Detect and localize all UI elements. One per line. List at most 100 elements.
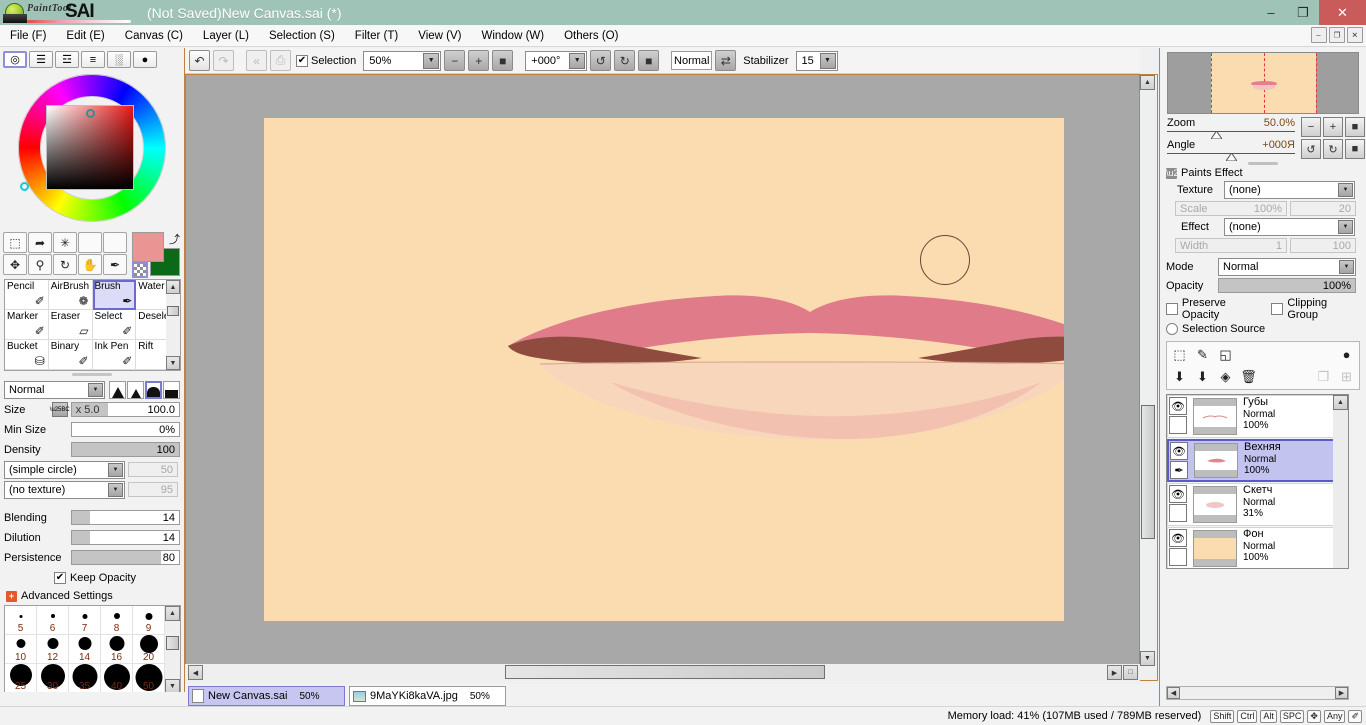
selection-checkbox-group[interactable]: ✔ Selection (296, 54, 356, 67)
chevron-down-icon[interactable]: ▼ (569, 52, 586, 69)
edge-shape-dome[interactable] (145, 380, 162, 399)
scroll-left-arrow-icon[interactable]: ◀ (188, 665, 203, 680)
size-preset-5[interactable]: 5 (5, 606, 37, 635)
close-button[interactable]: ✕ (1319, 0, 1366, 25)
foreground-color-swatch[interactable] (132, 232, 164, 262)
effect-amount-slider[interactable]: 100 (1290, 238, 1356, 253)
chevron-down-icon[interactable]: ▼ (1338, 183, 1353, 197)
navigator-angle-slider[interactable]: Angle +000Я (1167, 139, 1295, 161)
hand-tool[interactable]: ✋ (78, 254, 102, 275)
layer-visibility-toggle[interactable]: 👁 (1169, 529, 1187, 547)
size-preset-14[interactable]: 14 (69, 635, 101, 664)
canvas-viewport[interactable] (185, 74, 1140, 681)
nav-rotate-reset-button[interactable]: ■ (1345, 139, 1365, 159)
clipping-group-group[interactable]: Clipping Group (1271, 297, 1360, 321)
texture-scale-slider[interactable]: Scale 100% (1175, 201, 1287, 216)
size-grid-scrollbar[interactable]: ▲ ▼ (165, 606, 180, 694)
size-preset-25[interactable]: 25 (5, 664, 37, 693)
brush-list-scrollbar[interactable]: ▲ ▼ (166, 280, 180, 370)
right-panel-resize-handle[interactable] (1248, 162, 1278, 165)
layer-mask-button[interactable]: ● (1337, 345, 1356, 364)
nav-zoom-out-button[interactable]: − (1301, 117, 1321, 137)
nav-zoom-track[interactable] (1167, 131, 1295, 132)
new-folder-button[interactable]: ◱ (1216, 345, 1235, 364)
edge-shape-sharp[interactable] (109, 380, 126, 399)
document-tab-new-canvas[interactable]: New Canvas.sai 50% (188, 686, 345, 706)
transparency-swatch[interactable] (132, 262, 148, 278)
persistence-slider[interactable]: 80 (70, 550, 180, 565)
color-wheel[interactable] (0, 70, 185, 230)
doc-minimize-button[interactable]: – (1311, 27, 1327, 43)
angle-combo[interactable]: +000° ▼ (525, 50, 588, 71)
brush-binary[interactable]: Binary ✐ (48, 340, 93, 370)
layer-list[interactable]: 👁 Губы Normal 100% 👁 ✒ Вехняя Normal 100… (1166, 394, 1349, 569)
scroll-down-arrow-icon[interactable]: ▼ (1140, 651, 1155, 666)
layer-panel-hscrollbar[interactable]: ◀ ▶ (1166, 686, 1349, 700)
chevron-down-icon[interactable]: ▼ (1339, 260, 1354, 274)
blending-slider[interactable]: 14 (70, 510, 180, 525)
preserve-opacity-checkbox[interactable] (1166, 303, 1178, 315)
chevron-down-icon[interactable]: ▼ (1338, 220, 1353, 234)
brush-size-preset-grid[interactable]: 5 6 7 8 9 10 12 14 16 20 25 30 35 40 50 (4, 605, 181, 695)
minimize-button[interactable]: – (1255, 0, 1287, 25)
add-layer-button[interactable]: ⊞ (1337, 367, 1356, 386)
blend-mode-combo[interactable]: Normal ▼ (4, 380, 105, 399)
nav-angle-knob[interactable] (1226, 153, 1237, 161)
menu-view[interactable]: View (V) (408, 28, 471, 44)
nav-zoom-reset-button[interactable]: ■ (1345, 117, 1365, 137)
clipping-group-checkbox[interactable] (1271, 303, 1284, 315)
size-preset-6[interactable]: 6 (37, 606, 69, 635)
effect-combo[interactable]: (none) ▼ (1224, 218, 1355, 236)
canvas-vertical-scrollbar[interactable]: ▲ ▼ (1140, 74, 1158, 681)
layer-lock-toggle[interactable] (1169, 548, 1187, 566)
delete-layer-button[interactable]: 🗑 (1239, 367, 1258, 386)
merge-down-button[interactable]: ⬇ (1170, 367, 1189, 386)
keep-opacity-checkbox[interactable]: ✔ (53, 571, 66, 584)
expand-plus-icon[interactable]: + (6, 590, 17, 602)
scroll-right-arrow-icon[interactable]: ▶ (1107, 665, 1122, 680)
canvas-horizontal-scrollbar[interactable]: ◀ ▶ □ (185, 664, 1140, 681)
menu-layer[interactable]: Layer (L) (193, 28, 259, 44)
keep-opacity-row[interactable]: ✔ Keep Opacity (4, 568, 180, 587)
hue-marker[interactable] (20, 182, 29, 191)
layer-lock-toggle[interactable] (1169, 504, 1187, 522)
rgb-slider-tab[interactable]: ☰ (29, 51, 53, 68)
layer-active-indicator[interactable]: ✒ (1170, 461, 1188, 479)
rotate-left-button[interactable]: ↺ (590, 50, 612, 71)
brush-scroll-up-icon[interactable]: ▲ (166, 280, 180, 294)
rect-select-tool[interactable]: ⬚ (3, 232, 27, 253)
color-list-tab[interactable]: ≡ (81, 51, 105, 68)
layer-scroll-up-icon[interactable]: ▲ (1333, 395, 1348, 410)
doc-maximize-button[interactable]: ❐ (1329, 27, 1345, 43)
merge-visible-button[interactable]: ⬇ (1193, 367, 1212, 386)
selection-source-row[interactable]: Selection Source (1160, 321, 1366, 335)
brush-texture-slider[interactable]: 95 (128, 482, 178, 497)
rotate-reset-button[interactable]: ■ (638, 50, 660, 71)
menu-selection[interactable]: Selection (S) (259, 28, 345, 44)
size-preset-9[interactable]: 9 (133, 606, 165, 635)
layer-opacity-slider[interactable]: 100% (1218, 278, 1356, 293)
blank-tool-2[interactable] (103, 232, 127, 253)
back-button[interactable]: « (246, 50, 267, 71)
layer-row-gubi[interactable]: 👁 Губы Normal 100% (1167, 395, 1335, 438)
effect-width-slider[interactable]: Width 1 (1175, 238, 1287, 253)
color-wheel-tab[interactable]: ◎ (3, 51, 27, 68)
clear-layer-button[interactable]: ◈ (1216, 367, 1235, 386)
scroll-up-arrow-icon[interactable]: ▲ (1140, 75, 1155, 90)
size-preset-35[interactable]: 35 (69, 664, 101, 693)
size-scroll-thumb[interactable] (166, 636, 179, 650)
menu-filter[interactable]: Filter (T) (345, 28, 408, 44)
eyedropper-tool[interactable]: ✒ (103, 254, 127, 275)
view-mode-display[interactable]: Normal (671, 51, 713, 70)
brush-brush[interactable]: Brush ✒ (92, 280, 137, 310)
navigator-zoom-slider[interactable]: Zoom 50.0% (1167, 117, 1295, 139)
menu-others[interactable]: Others (O) (554, 28, 628, 44)
move-tool[interactable]: ✥ (3, 254, 27, 275)
edge-shape-flat[interactable] (163, 380, 180, 399)
brush-ink-pen[interactable]: Ink Pen ✐ (92, 340, 137, 370)
nav-zoom-in-button[interactable]: + (1323, 117, 1343, 137)
size-preset-12[interactable]: 12 (37, 635, 69, 664)
layer-hscroll-right-icon[interactable]: ▶ (1335, 687, 1348, 699)
fit-canvas-button[interactable]: □ (1123, 665, 1138, 680)
layer-list-scrollbar[interactable]: ▲ (1333, 395, 1348, 568)
